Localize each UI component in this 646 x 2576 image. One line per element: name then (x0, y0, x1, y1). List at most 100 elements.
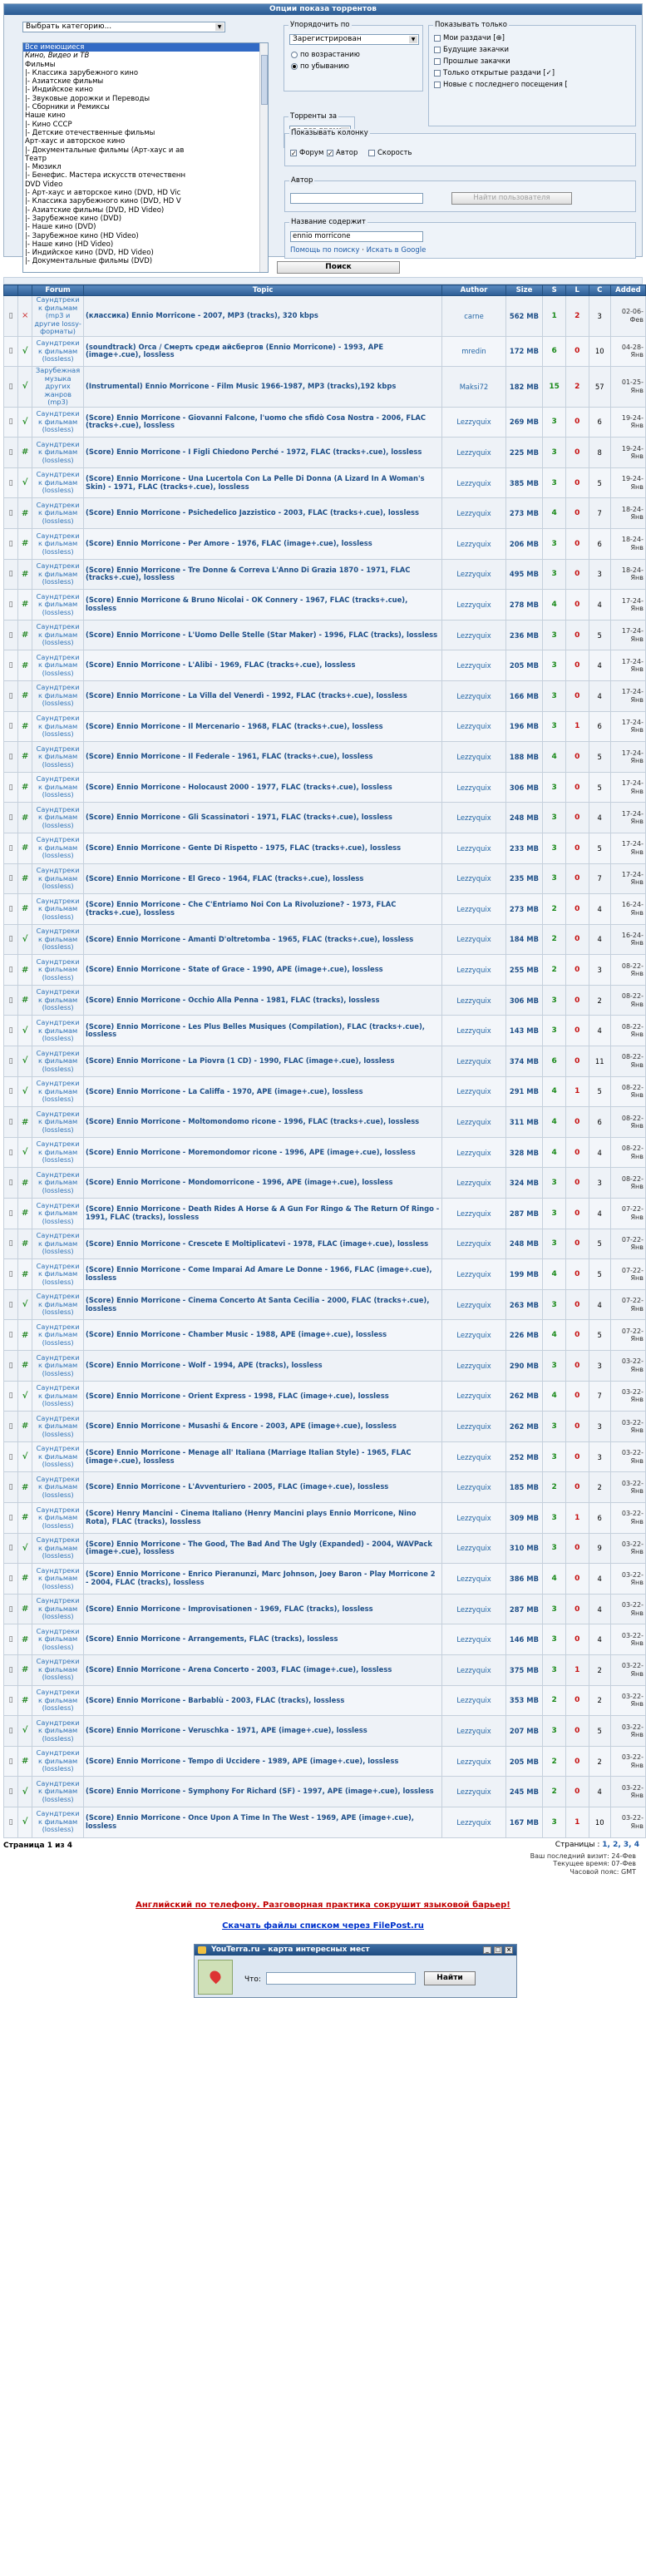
forum-link[interactable]: Саундтреки к фильмам (lossless) (32, 1350, 84, 1382)
category-option[interactable]: |- Индийское кино (23, 86, 268, 94)
forum-link[interactable]: Саундтреки к фильмам (lossless) (32, 1501, 84, 1534)
forum-link[interactable]: Саундтреки к фильмам (lossless) (32, 619, 84, 651)
size-link[interactable]: 245 MB (505, 1776, 544, 1807)
size-link[interactable]: 188 MB (505, 741, 544, 773)
order-desc-radio[interactable]: по убыванию (291, 62, 349, 71)
table-row[interactable]: ▯ √ Саундтреки к фильмам (lossless) (Score)… (2, 467, 646, 499)
size-link[interactable]: 206 MB (505, 527, 544, 560)
table-row[interactable]: ▯ √ Саундтреки к фильмам (lossless) (Score)… (2, 1441, 646, 1473)
author-link[interactable]: Lezzyquix (441, 1258, 506, 1290)
category-option[interactable]: |- Зарубежное кино (DVD) (23, 215, 268, 223)
table-row[interactable]: ▯ # Саундтреки к фильмам (lossless) (Score)… (2, 619, 646, 651)
col-forum-check[interactable]: Форум (290, 149, 323, 157)
size-link[interactable]: 172 MB (505, 335, 544, 368)
category-option[interactable]: |- Азиатские фильмы (23, 77, 268, 86)
category-option[interactable]: |- Бенефис. Мастера искусств отечественн (23, 171, 268, 180)
topic-link[interactable]: (Score) Ennio Morricone - Amanti D'oltre… (82, 923, 443, 956)
size-link[interactable]: 263 MB (505, 1288, 544, 1321)
author-link[interactable]: Lezzyquix (441, 954, 506, 986)
category-option[interactable]: Наше кино (23, 111, 268, 120)
topic-link[interactable]: (Score) Ennio Morricone - Giovanni Falco… (82, 406, 443, 438)
forum-link[interactable]: Саундтреки к фильмам (lossless) (32, 335, 84, 368)
author-link[interactable]: Lezzyquix (441, 1776, 506, 1807)
topic-link[interactable]: (Score) Ennio Morricone - El Greco - 196… (82, 863, 443, 895)
topic-link[interactable]: (Score) Ennio Morricone - Gli Scassinato… (82, 802, 443, 833)
author-link[interactable]: Lezzyquix (441, 1806, 506, 1838)
scroll-thumb[interactable] (261, 55, 268, 105)
table-row[interactable]: ▯ √ Зарубежная музыка других жанров (mp3)(… (2, 366, 646, 408)
widget-search-input[interactable] (266, 1971, 416, 1985)
topic-link[interactable]: (Score) Ennio Morricone - Les Plus Belle… (82, 1015, 443, 1047)
size-link[interactable]: 306 MB (505, 984, 544, 1016)
forum-link[interactable]: Саундтреки к фильмам (lossless) (32, 984, 84, 1016)
author-link[interactable]: Lezzyquix (441, 771, 506, 803)
size-link[interactable]: 199 MB (505, 1258, 544, 1290)
table-row[interactable]: ▯ # Саундтреки к фильмам (lossless) (Score)… (2, 437, 646, 468)
topic-link[interactable]: (Score) Ennio Morricone - Per Amore - 19… (82, 527, 443, 560)
forum-link[interactable]: Саундтреки к фильмам (lossless) (32, 893, 84, 925)
table-row[interactable]: ▯ √ Саундтреки к фильмам (lossless) (Score)… (2, 406, 646, 438)
table-row[interactable]: ▯ # Саундтреки к фильмам (lossless) (Score)… (2, 1258, 646, 1290)
forum-link[interactable]: Саундтреки к фильмам (lossless) (32, 1654, 84, 1686)
header-forum[interactable]: Forum (32, 284, 84, 296)
author-link[interactable]: Lezzyquix (441, 680, 506, 712)
topic-link[interactable]: (Score) Ennio Morricone - La Piovra (1 C… (82, 1046, 443, 1077)
author-link[interactable]: mredin (441, 335, 506, 368)
table-row[interactable]: ▯ # Саундтреки к фильмам (lossless) (Score)… (2, 1563, 646, 1595)
ad-english-link[interactable]: Английский по телефону. Разговорная прак… (0, 1901, 646, 1910)
forum-link[interactable]: Саундтреки к фильмам (lossless) (32, 1806, 84, 1838)
header-topic[interactable]: Topic (82, 284, 443, 296)
table-row[interactable]: ▯ √ Саундтреки к фильмам (lossless) (soundt… (2, 335, 646, 368)
table-row[interactable]: ▯ # Саундтреки к фильмам (lossless) (Score)… (2, 1198, 646, 1229)
size-link[interactable]: 166 MB (505, 680, 544, 712)
size-link[interactable]: 291 MB (505, 1075, 544, 1108)
forum-link[interactable]: Саундтреки к фильмам (lossless) (32, 1319, 84, 1351)
topic-link[interactable]: (Score) Ennio Morricone - State of Grace… (82, 954, 443, 986)
category-option[interactable]: |- Звуковые дорожки и Переводы (23, 95, 268, 103)
topic-link[interactable]: (Score) Ennio Morricone - Moltomondomo r… (82, 1106, 443, 1138)
size-link[interactable]: 262 MB (505, 1380, 544, 1412)
table-row[interactable]: ▯ # Саундтреки к фильмам (lossless) (Score)… (2, 863, 646, 895)
author-link[interactable]: Lezzyquix (441, 832, 506, 864)
topic-link[interactable]: (Score) Ennio Morricone - Arrangements, … (82, 1624, 443, 1655)
size-link[interactable]: 262 MB (505, 1411, 544, 1442)
forum-link[interactable]: Саундтреки к фильмам (lossless) (32, 1563, 84, 1595)
author-link[interactable]: Lezzyquix (441, 1593, 506, 1625)
topic-link[interactable]: (Score) Ennio Morricone - Il Federale - … (82, 741, 443, 773)
author-link[interactable]: Lezzyquix (441, 1563, 506, 1595)
forum-link[interactable]: Саундтреки к фильмам (lossless) (32, 1593, 84, 1625)
topic-link[interactable]: (Score) Ennio Morricone - L'Avventuriero… (82, 1471, 443, 1503)
table-row[interactable]: ▯ # Саундтреки к фильмам (lossless) (Score)… (2, 1319, 646, 1351)
topic-link[interactable]: (Score) Ennio Morricone - Che C'Entriamo… (82, 893, 443, 925)
forum-link[interactable]: Саундтреки к фильмам (lossless) (32, 771, 84, 803)
table-row[interactable]: ▯ # Саундтреки к фильмам (lossless) (Score)… (2, 1471, 646, 1503)
table-row[interactable]: ▯ √ Саундтреки к фильмам (lossless) (Score)… (2, 1046, 646, 1077)
author-link[interactable]: Lezzyquix (441, 1350, 506, 1382)
table-row[interactable]: ▯ # Саундтреки к фильмам (lossless) (Score)… (2, 650, 646, 681)
table-row[interactable]: ▯ # Саундтреки к фильмам (lossless) (Score)… (2, 558, 646, 591)
size-link[interactable]: 226 MB (505, 1319, 544, 1351)
forum-link[interactable]: Саундтреки к фильмам (lossless) (32, 589, 84, 621)
table-row[interactable]: ▯ √ Саундтреки к фильмам (lossless) (Score)… (2, 1806, 646, 1838)
author-link[interactable]: Lezzyquix (441, 893, 506, 925)
topic-link[interactable]: (Score) Ennio Morricone - Tre Donne & Co… (82, 558, 443, 591)
table-row[interactable]: ▯ # Саундтреки к фильмам (lossless) (Score)… (2, 1501, 646, 1534)
forum-link[interactable]: Саундтреки к фильмам (lossless) (32, 832, 84, 864)
order-asc-radio[interactable]: по возрастанию (291, 51, 360, 59)
size-link[interactable]: 205 MB (505, 650, 544, 681)
category-option[interactable]: Арт-хаус и авторское кино (23, 137, 268, 146)
category-option[interactable]: |- Наше кино (HD Video) (23, 240, 268, 249)
author-link[interactable]: Lezzyquix (441, 1654, 506, 1686)
forum-link[interactable]: Саундтреки к фильмам (lossless) (32, 1288, 84, 1321)
category-option[interactable]: |- Сборники и Ремиксы (23, 103, 268, 111)
topic-link[interactable]: (Score) Ennio Morricone - Symphony For R… (82, 1776, 443, 1807)
size-link[interactable]: 353 MB (505, 1684, 544, 1717)
table-row[interactable]: ▯ # Саундтреки к фильмам (lossless) (Score)… (2, 680, 646, 712)
author-link[interactable]: carne (441, 295, 506, 337)
table-row[interactable]: ▯ # Саундтреки к фильмам (lossless) (Score)… (2, 802, 646, 833)
forum-link[interactable]: Саундтреки к фильмам (lossless) (32, 406, 84, 438)
header-added[interactable]: Added (609, 284, 646, 296)
author-link[interactable]: Lezzyquix (441, 1501, 506, 1534)
category-option[interactable]: |- Зарубежное кино (HD Video) (23, 232, 268, 240)
category-option[interactable]: |- Мюзикл (23, 163, 268, 171)
